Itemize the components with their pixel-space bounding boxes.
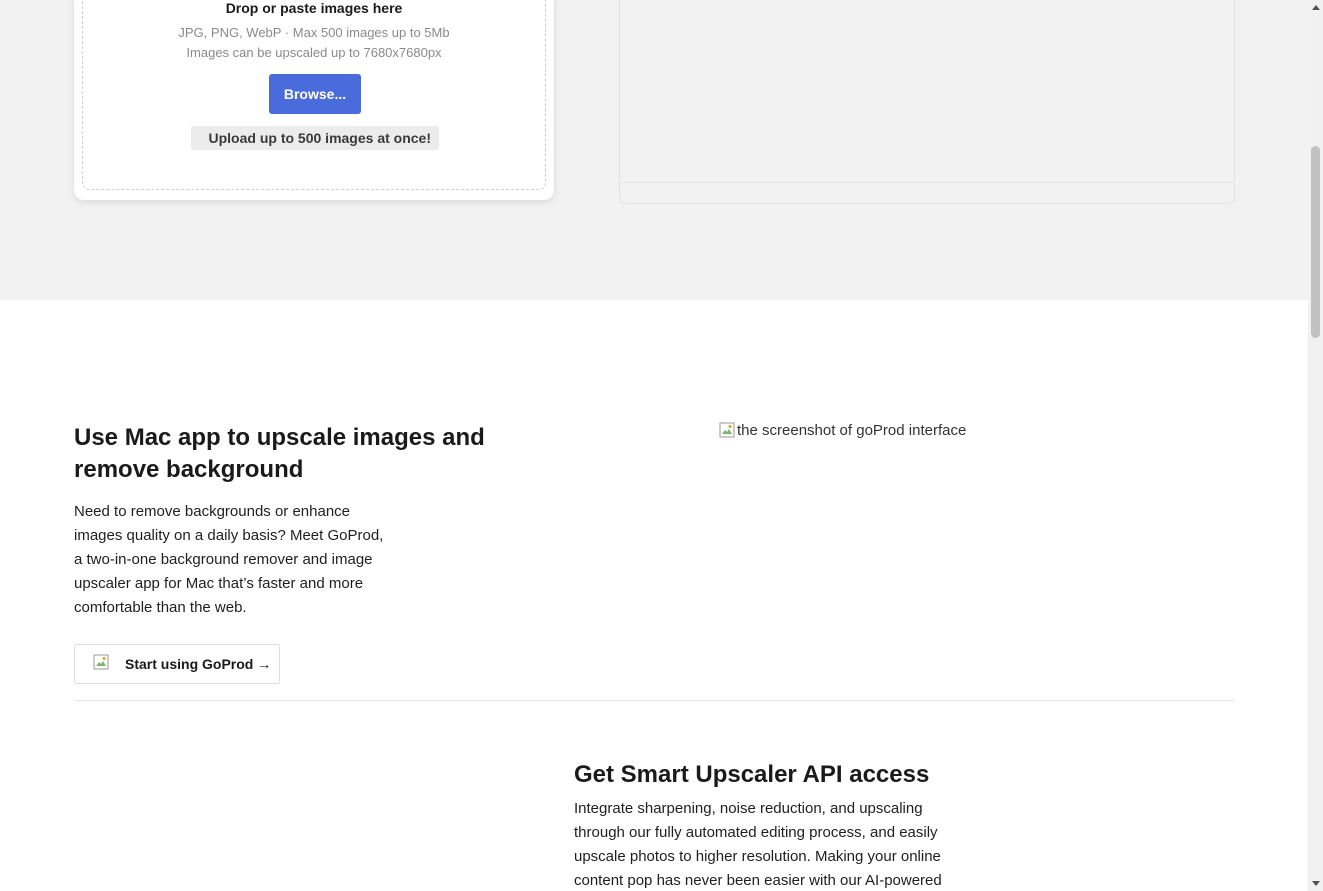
goprod-screenshot: the screenshot of goProd interface [719, 422, 966, 439]
preview-panel [619, 0, 1235, 204]
preview-footer [620, 182, 1234, 203]
vertical-scrollbar[interactable] [1308, 0, 1323, 891]
upload-section: Drop or paste images here JPG, PNG, WebP… [0, 0, 1308, 300]
broken-image-icon [93, 654, 109, 670]
section-divider [74, 700, 1235, 701]
screenshot-alt-text: the screenshot of goProd interface [737, 422, 967, 439]
scroll-up-arrow-icon[interactable] [1308, 0, 1323, 15]
api-description: Integrate sharpening, noise reduction, a… [574, 800, 942, 889]
accepted-formats: JPG, PNG, WebP · Max 500 images up to 5M… [178, 25, 450, 40]
upload-card: Drop or paste images here JPG, PNG, WebP… [74, 0, 554, 200]
drop-title: Drop or paste images here [225, 0, 403, 16]
broken-image-icon [719, 422, 735, 438]
start-goprod-label: Start using GoProd → [125, 656, 272, 672]
scroll-down-arrow-icon[interactable] [1308, 876, 1323, 891]
browse-button[interactable]: Browse... [269, 74, 361, 114]
start-goprod-button[interactable]: Start using GoProd → [74, 644, 280, 684]
size-limit: Images can be upscaled up to 7680x7680px [186, 45, 442, 60]
bulk-upload-note: Upload up to 500 images at once! [191, 126, 439, 150]
page: Drop or paste images here JPG, PNG, WebP… [0, 0, 1308, 891]
api-title: Get Smart Upscaler API access [574, 761, 930, 788]
mac-app-description: Need to remove backgrounds or enhance im… [74, 503, 384, 616]
dropzone[interactable]: Drop or paste images here JPG, PNG, WebP… [82, 0, 546, 190]
mac-app-title: Use Mac app to upscale images and remove… [74, 424, 485, 483]
scroll-thumb[interactable] [1311, 146, 1320, 338]
